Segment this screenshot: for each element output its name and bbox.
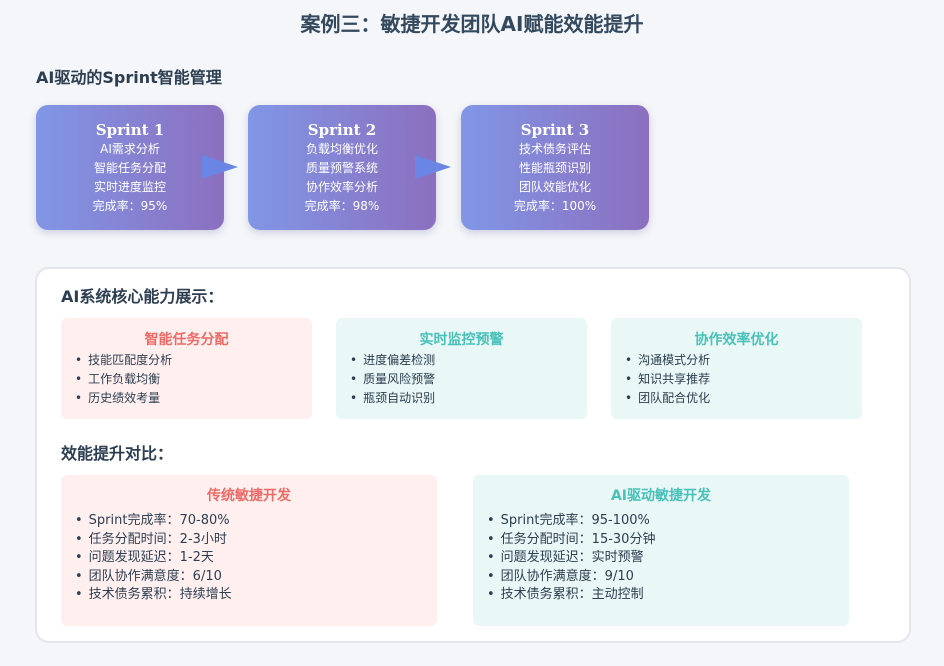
sprint-line: 性能瓶颈识别 [518,161,591,175]
capability-list: 进度偏差检测 质量风险预警 瓶颈自动识别 [336,351,587,408]
sprint-section-title: AI驱动的Sprint智能管理 [36,68,222,87]
sprint-line: 负载均衡优化 [305,142,378,156]
sprint-completion-rate: 完成率：100% [513,199,597,213]
capability-card-monitoring: 实时监控预警 进度偏差检测 质量风险预警 瓶颈自动识别 [336,318,587,419]
comparison-card-traditional: 传统敏捷开发 Sprint完成率：70-80% 任务分配时间：2-3小时 问题发… [61,475,437,626]
sprint-completion-rate: 完成率：95% [92,199,168,213]
sprint-card-1: Sprint 1 AI需求分析 智能任务分配 实时进度监控 完成率：95% [36,105,224,230]
sprint-name: Sprint 1 [95,121,165,139]
list-item: 团队协作满意度：6/10 [75,568,437,587]
list-item: 任务分配时间：2-3小时 [75,531,437,550]
flow-arrow-icon [202,155,238,179]
list-item: 历史绩效考量 [75,389,312,408]
flow-arrow-icon [415,155,451,179]
list-item: 团队协作满意度：9/10 [487,568,849,587]
list-item: 工作负载均衡 [75,370,312,389]
sprint-line: 协作效率分析 [305,180,378,194]
comparison-card-ai: AI驱动敏捷开发 Sprint完成率：95-100% 任务分配时间：15-30分… [473,475,849,626]
sprint-name: Sprint 2 [307,121,377,139]
list-item: 瓶颈自动识别 [350,389,587,408]
capability-card-title: 实时监控预警 [419,332,504,348]
list-item: 技术债务累积：持续增长 [75,586,437,605]
comparison-list: Sprint完成率：70-80% 任务分配时间：2-3小时 问题发现延迟：1-2… [61,512,437,605]
capability-card-title: 智能任务分配 [144,332,229,348]
sprint-line: 实时进度监控 [93,180,166,194]
list-item: 技术债务累积：主动控制 [487,586,849,605]
list-item: 问题发现延迟：1-2天 [75,549,437,568]
sprint-line: 质量预警系统 [305,161,378,175]
sprint-card-2: Sprint 2 负载均衡优化 质量预警系统 协作效率分析 完成率：98% [248,105,436,230]
comparison-list: Sprint完成率：95-100% 任务分配时间：15-30分钟 问题发现延迟：… [473,512,849,605]
capabilities-panel: AI系统核心能力展示： 智能任务分配 技能匹配度分析 工作负载均衡 历史绩效考量… [35,267,911,643]
list-item: Sprint完成率：95-100% [487,512,849,531]
comparison-card-title: 传统敏捷开发 [207,488,291,504]
list-item: 进度偏差检测 [350,351,587,370]
list-item: 任务分配时间：15-30分钟 [487,531,849,550]
sprint-card-3: Sprint 3 技术债务评估 性能瓶颈识别 团队效能优化 完成率：100% [461,105,649,230]
list-item: Sprint完成率：70-80% [75,512,437,531]
capability-list: 沟通模式分析 知识共享推荐 团队配合优化 [611,351,862,408]
capability-card-task-assignment: 智能任务分配 技能匹配度分析 工作负载均衡 历史绩效考量 [61,318,312,419]
sprint-line: 团队效能优化 [518,180,591,194]
sprint-completion-rate: 完成率：98% [304,199,380,213]
capability-list: 技能匹配度分析 工作负载均衡 历史绩效考量 [61,351,312,408]
sprint-line: 技术债务评估 [518,142,591,156]
sprint-line: 智能任务分配 [93,161,166,175]
list-item: 问题发现延迟：实时预警 [487,549,849,568]
list-item: 团队配合优化 [625,389,862,408]
page-title: 案例三：敏捷开发团队AI赋能效能提升 [300,12,644,36]
sprint-line: AI需求分析 [100,142,160,156]
comparison-title: 效能提升对比： [61,444,174,463]
comparison-card-title: AI驱动敏捷开发 [610,488,712,504]
capabilities-title: AI系统核心能力展示： [61,287,224,306]
list-item: 质量风险预警 [350,370,587,389]
capability-card-title: 协作效率优化 [694,332,779,348]
list-item: 沟通模式分析 [625,351,862,370]
list-item: 技能匹配度分析 [75,351,312,370]
list-item: 知识共享推荐 [625,370,862,389]
sprint-name: Sprint 3 [520,121,590,139]
capability-card-collaboration: 协作效率优化 沟通模式分析 知识共享推荐 团队配合优化 [611,318,862,419]
